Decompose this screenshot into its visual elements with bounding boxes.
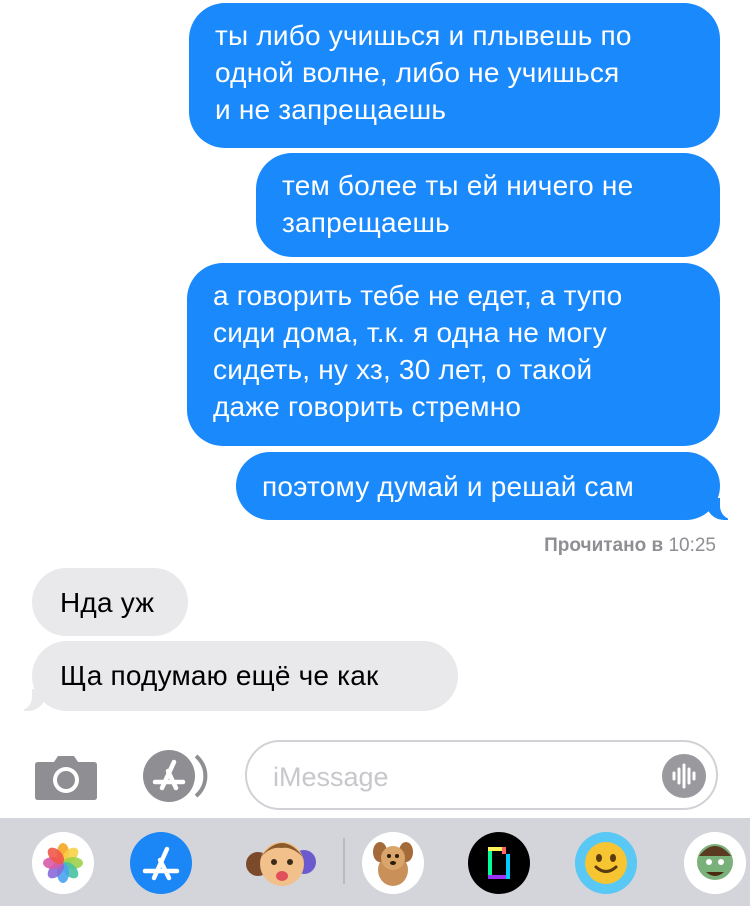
message-text-line: Нда уж	[60, 587, 155, 618]
message-text-line: поэтому думай и решай сам	[262, 471, 634, 502]
dog-sticker-app-button[interactable]	[362, 832, 424, 894]
app-store-app-icon	[142, 846, 180, 881]
message-text-line: сиди дома, т.к. я одна не могу	[213, 317, 607, 348]
photos-app-button[interactable]	[32, 832, 94, 894]
dog-sticker-app-icon	[362, 832, 424, 894]
message-text-line: тем более ты ей ничего не	[282, 170, 634, 201]
read-receipt: Прочитано в 10:25	[544, 535, 716, 557]
character-sticker-app-button[interactable]	[684, 832, 746, 894]
read-receipt-time: 10:25	[668, 535, 716, 556]
app-drawer-divider	[343, 838, 345, 884]
message-text-line: а говорить тебе не едет, а тупо	[213, 280, 623, 311]
camera-button[interactable]	[34, 752, 98, 800]
message-input[interactable]: iMessage	[245, 740, 718, 810]
gif-app-button[interactable]	[468, 832, 530, 894]
message-text-line: даже говорить стремно	[213, 391, 522, 422]
received-message-bubble[interactable]: Нда уж	[32, 568, 188, 636]
message-text-line: Ща подумаю ещё че как	[60, 660, 379, 691]
message-text-line: запрещаешь	[282, 207, 450, 238]
message-text-line: одной волне, либо не учишься	[215, 57, 620, 88]
audio-message-button[interactable]	[662, 754, 706, 798]
animoji-app-icon	[575, 832, 637, 894]
apps-button[interactable]	[140, 748, 212, 804]
gif-app-icon	[488, 847, 510, 879]
sent-message-bubble[interactable]: ты либо учишься и плывешь по одной волне…	[189, 3, 720, 148]
bubble-tail	[706, 498, 736, 520]
message-input-placeholder: iMessage	[273, 762, 389, 792]
app-store-icon	[143, 750, 208, 802]
received-message-bubble[interactable]: Ща подумаю ещё че как	[16, 641, 458, 711]
photos-app-icon	[32, 832, 94, 894]
message-text-line: сидеть, ну хз, 30 лет, о такой	[213, 354, 593, 385]
sent-message-bubble[interactable]: а говорить тебе не едет, а тупо сиди дом…	[187, 263, 720, 446]
read-receipt-label: Прочитано в	[544, 535, 664, 556]
character-sticker-app-icon	[684, 832, 746, 894]
audio-waveform-icon	[672, 763, 696, 789]
memoji-app-button[interactable]	[246, 832, 316, 894]
message-text-line: и не запрещаешь	[215, 94, 447, 125]
message-text-line: ты либо учишься и плывешь по	[215, 20, 632, 51]
camera-icon	[35, 756, 97, 800]
animoji-app-button[interactable]	[575, 832, 637, 894]
app-store-app-button[interactable]	[130, 832, 192, 894]
app-drawer	[0, 818, 750, 906]
memoji-app-icon	[246, 842, 316, 886]
bubble-tail	[16, 689, 46, 711]
sent-message-bubble[interactable]: тем более ты ей ничего не запрещаешь	[256, 153, 720, 257]
sent-message-bubble[interactable]: поэтому думай и решай сам	[236, 452, 736, 520]
